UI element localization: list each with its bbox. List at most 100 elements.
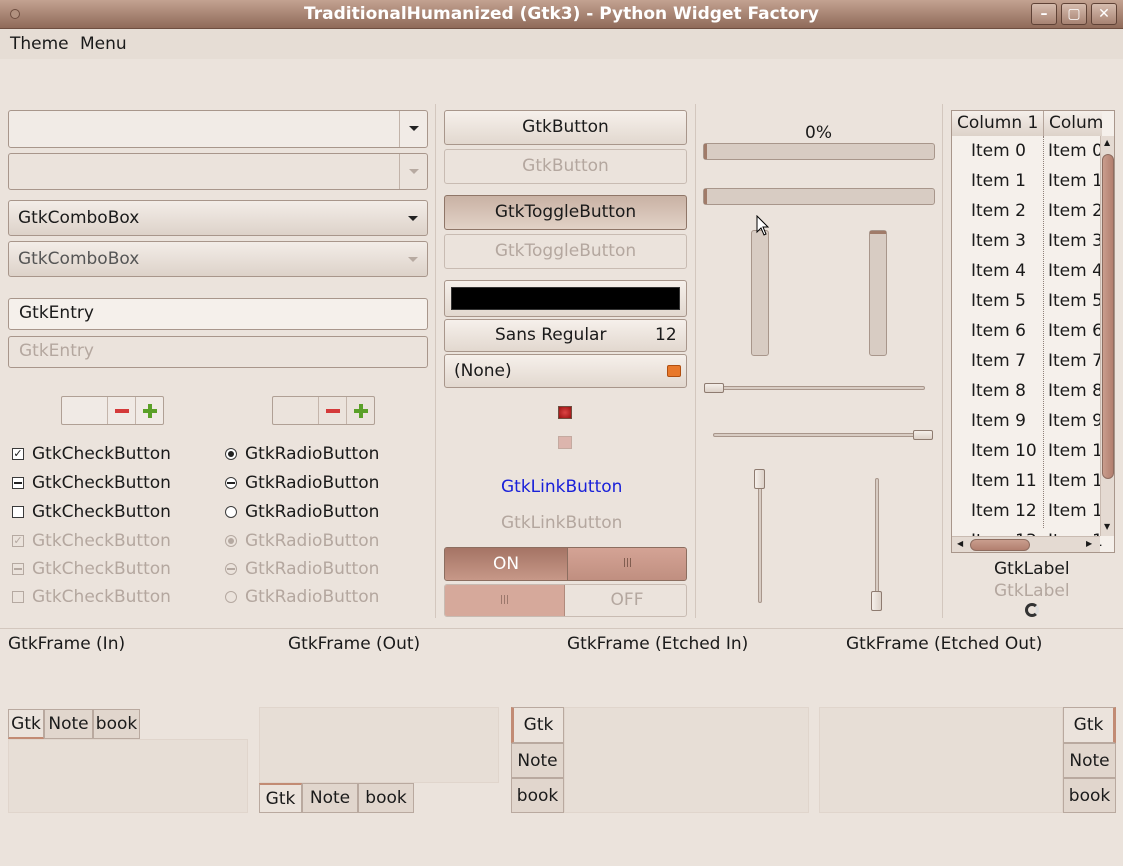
scale-horizontal[interactable] [713,433,933,437]
combo-box-1[interactable]: GtkComboBox [8,200,428,236]
scale-slider-icon[interactable] [913,430,933,440]
chevron-left-icon[interactable]: ◀ [957,539,963,548]
tree-row-cell[interactable]: Item 7 [1048,351,1103,371]
combo-entry-2 [8,153,428,190]
tree-view[interactable]: Column 1 Colum Item 0 Item 0 Item 1 Item 1 I… [951,110,1115,553]
notebook-tab[interactable]: Note [302,783,358,813]
check-mixed-icon[interactable] [12,477,24,489]
window-menu-icon[interactable] [10,9,20,19]
image-icon [558,436,572,449]
tree-row-cell[interactable]: Item 4 [1048,261,1103,281]
notebook-tab[interactable]: Gtk [1063,707,1116,743]
tree-row-cell[interactable]: Item 4 [971,261,1026,281]
notebook-page [259,707,499,783]
minus-icon[interactable] [107,397,135,424]
entry-1[interactable]: GtkEntry [8,298,428,330]
chevron-down-icon [399,242,427,276]
notebook-tab[interactable]: Gtk [259,783,302,813]
menu-theme[interactable]: Theme [10,34,69,54]
title-bar: TraditionalHumanized (Gtk3) - Python Wid… [0,0,1123,29]
plus-icon[interactable] [135,397,163,424]
notebook-tab[interactable]: Gtk [8,709,44,739]
tree-row-cell[interactable]: Item 10 [971,441,1037,461]
chevron-up-icon[interactable]: ▲ [1104,138,1110,147]
scale-vertical[interactable] [758,470,762,603]
spin-button-1[interactable] [61,396,164,425]
maximize-button[interactable]: ▢ [1061,3,1087,25]
file-chooser-button[interactable]: (None) [444,354,687,388]
file-chooser-label: (None) [454,361,512,381]
scale-horizontal[interactable] [705,386,925,390]
tree-row-cell[interactable]: Item 0 [1048,141,1103,161]
switch-on[interactable]: ON ||| [444,547,687,581]
menu-menu[interactable]: Menu [80,34,127,54]
tree-row-cell[interactable]: Item 1 [1048,471,1103,491]
tree-row-cell[interactable]: Item 1 [1048,441,1103,461]
column-header-1[interactable]: Column 1 [952,111,1044,136]
tree-row-cell[interactable]: Item 0 [971,141,1026,161]
tree-row-cell[interactable]: Item 2 [971,201,1026,221]
gtk-button[interactable]: GtkButton [444,110,687,145]
progress-bar-vertical [751,230,769,356]
tree-row-cell[interactable]: Item 9 [1048,411,1103,431]
font-button[interactable]: Sans Regular 12 [444,319,687,352]
scale-slider-icon[interactable] [754,469,765,489]
minimize-button[interactable]: – [1031,3,1057,25]
tree-row-cell[interactable]: Item 5 [1048,291,1103,311]
vertical-scrollbar[interactable]: ▲ ▼ [1100,136,1114,536]
scrollbar-thumb[interactable] [970,539,1030,551]
tree-row-cell[interactable]: Item 3 [971,231,1026,251]
progress-bar-vertical [869,230,887,356]
radio-on-icon[interactable] [225,448,237,460]
check-icon[interactable]: ✓ [12,448,24,460]
color-button[interactable] [444,280,687,317]
check-button-label: GtkCheckButton [32,502,171,522]
tree-row-cell[interactable]: Item 8 [971,381,1026,401]
notebook-tab[interactable]: book [1063,778,1116,813]
gtk-button-disabled: GtkButton [444,149,687,184]
notebook-tab[interactable]: book [93,709,140,739]
link-button[interactable]: GtkLinkButton [501,477,622,497]
separator [435,104,436,618]
notebook-tab[interactable]: book [358,783,414,813]
tree-row-cell[interactable]: Item 9 [971,411,1026,431]
notebook-tab[interactable]: Gtk [511,707,564,743]
notebook-tab[interactable]: Note [44,709,93,739]
chevron-down-icon[interactable]: ▼ [1104,522,1110,531]
chevron-right-icon[interactable]: ▶ [1086,539,1092,548]
toggle-button[interactable]: GtkToggleButton [444,195,687,230]
tree-row-cell[interactable]: Item 11 [971,471,1037,491]
scale-slider-icon[interactable] [871,591,882,611]
toggle-button-disabled: GtkToggleButton [444,234,687,269]
radio-off-icon[interactable] [225,506,237,518]
tree-row-cell[interactable]: Item 6 [971,321,1026,341]
close-button[interactable]: ✕ [1091,3,1117,25]
chevron-down-icon[interactable] [399,201,427,235]
tree-row-cell[interactable]: Item 12 [971,501,1037,521]
notebook-tab[interactable]: Note [511,743,564,778]
scrollbar-thumb[interactable] [1102,154,1114,479]
tree-row-cell[interactable]: Item 1 [1048,501,1103,521]
plus-icon [346,397,374,424]
font-size: 12 [655,325,677,345]
frame-etched-out-label: GtkFrame (Etched Out) [846,634,1043,654]
tree-row-cell[interactable]: Item 1 [971,171,1026,191]
notebook-tab[interactable]: Note [1063,743,1116,778]
folder-icon [667,365,681,377]
tree-row-cell[interactable]: Item 7 [971,351,1026,371]
tree-row-cell[interactable]: Item 8 [1048,381,1103,401]
chevron-down-icon[interactable] [399,111,427,147]
tree-row-cell[interactable]: Item 3 [1048,231,1103,251]
horizontal-scrollbar[interactable]: ◀ ▶ [952,536,1100,552]
radio-mixed-icon[interactable] [225,477,237,489]
tree-row-cell[interactable]: Item 1 [1048,171,1103,191]
tree-row-cell[interactable]: Item 2 [1048,201,1103,221]
scale-slider-icon[interactable] [704,383,724,393]
check-empty-icon[interactable] [12,506,24,518]
tree-row-cell[interactable]: Item 6 [1048,321,1103,341]
switch-grip-icon[interactable]: ||| [567,548,686,580]
notebook-tab[interactable]: book [511,778,564,813]
tree-row-cell[interactable]: Item 5 [971,291,1026,311]
column-header-2[interactable]: Colum [1044,111,1103,136]
combo-entry-1[interactable] [8,110,428,148]
